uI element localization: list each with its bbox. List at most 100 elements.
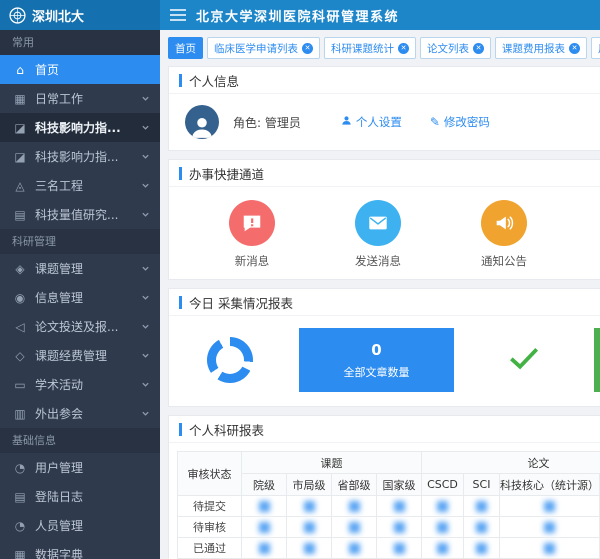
chevron-down-icon — [141, 123, 150, 132]
tab-research-topic-stats[interactable]: 科研课题统计✕ — [324, 37, 416, 59]
tab-topic-fee-report[interactable]: 课题费用报表✕ — [495, 37, 587, 59]
tab-user-list[interactable]: 用户列表✕ — [591, 37, 600, 59]
row-label: 待提交 — [178, 496, 242, 517]
sidebar-section-label: 科研管理 — [0, 229, 160, 254]
panel-header: 个人科研报表 — [169, 416, 600, 443]
panel-title: 个人信息 — [189, 71, 239, 90]
home-icon: ⌂ — [13, 63, 27, 77]
quick-actions-row: 新消息 发送消息通知公告 — [169, 187, 600, 279]
paper-icon: ◁ — [13, 320, 27, 334]
quick-action-label: 通知公告 — [481, 253, 527, 269]
table-cell — [422, 517, 464, 538]
tab-home[interactable]: 首页 — [168, 37, 203, 59]
sidebar-section-label: 基础信息 — [0, 428, 160, 453]
dict-icon: ▦ — [13, 548, 27, 559]
chevron-down-icon — [141, 380, 150, 389]
tab-label: 临床医学申请列表 — [214, 41, 298, 56]
sidebar-item-home[interactable]: ⌂首页 — [0, 55, 160, 84]
table-cell — [464, 517, 500, 538]
close-icon[interactable]: ✕ — [398, 43, 409, 54]
table-cell — [242, 538, 287, 559]
sidebar-item-daily-work[interactable]: ▦日常工作 — [0, 84, 160, 113]
column-group-header: 课题 — [242, 452, 422, 474]
sidebar-item-label: 登陆日志 — [35, 488, 150, 505]
message-icon — [229, 200, 275, 246]
blurred-value — [544, 543, 555, 554]
row-label: 待审核 — [178, 517, 242, 538]
sidebar-section-label: 常用 — [0, 30, 160, 55]
metric-icon: ▤ — [13, 208, 27, 222]
column-header: CSCD — [422, 474, 464, 496]
project-icon: ◬ — [13, 179, 27, 193]
avatar — [185, 105, 219, 139]
loading-spinner-icon — [207, 337, 253, 383]
role-label: 角色: 管理员 — [233, 114, 301, 131]
sidebar-item-topic-mgmt[interactable]: ◈课题管理 — [0, 254, 160, 283]
chevron-down-icon — [141, 351, 150, 360]
table-cell — [287, 496, 332, 517]
sidebar-item-sanming-project[interactable]: ◬三名工程 — [0, 171, 160, 200]
sidebar-item-user-mgmt[interactable]: ◔用户管理 — [0, 453, 160, 482]
meeting-icon: ▥ — [13, 407, 27, 421]
sidebar-item-label: 论文投送及报... — [35, 318, 133, 335]
table-cell — [500, 496, 600, 517]
table-cell — [500, 538, 600, 559]
tab-paper-list[interactable]: 论文列表 ✕ — [420, 37, 491, 59]
quick-action-new-message[interactable]: 新消息 — [229, 200, 275, 269]
blurred-value — [304, 522, 315, 533]
sidebar-item-tech-value[interactable]: ▤科技量值研究... — [0, 200, 160, 229]
impact-icon: ◪ — [13, 150, 27, 164]
sidebar-item-topic-funds[interactable]: ◇课题经费管理 — [0, 341, 160, 370]
close-icon[interactable]: ✕ — [569, 43, 580, 54]
chevron-down-icon — [141, 210, 150, 219]
sidebar-item-data-dict[interactable]: ▦数据字典 — [0, 540, 160, 559]
sidebar-item-label: 外出参会 — [35, 405, 133, 422]
sidebar-item-tech-impact-1[interactable]: ◪科技影响力指... — [0, 113, 160, 142]
accent-bar — [179, 296, 182, 309]
sidebar-item-tech-impact-2[interactable]: ◪ 科技影响力指... — [0, 142, 160, 171]
sidebar-item-outgoing-meeting[interactable]: ▥ 外出参会 — [0, 399, 160, 428]
fund-icon: ◇ — [13, 349, 27, 363]
table-cell — [377, 496, 422, 517]
all-articles-stat: 0 全部文章数量 — [299, 328, 454, 392]
table-cell — [500, 517, 600, 538]
blurred-value — [394, 522, 405, 533]
tab-clinical-apply-list[interactable]: 临床医学申请列表 ✕ — [207, 37, 320, 59]
close-icon[interactable]: ✕ — [473, 43, 484, 54]
chevron-down-icon — [141, 409, 150, 418]
sidebar-item-info-mgmt[interactable]: ◉信息管理 — [0, 283, 160, 312]
close-icon[interactable]: ✕ — [302, 43, 313, 54]
panel-header: 个人信息 — [169, 67, 600, 94]
change-password-link[interactable]: ✎ 修改密码 — [430, 114, 490, 130]
table-row: 待审核 — [178, 517, 600, 538]
blurred-value — [304, 543, 315, 554]
sidebar-item-label: 学术活动 — [35, 376, 133, 393]
quick-action-notice[interactable]: 通知公告 — [481, 200, 527, 269]
table-cell — [377, 517, 422, 538]
sidebar-item-login-log[interactable]: ▤登陆日志 — [0, 482, 160, 511]
sidebar-item-paper-submit[interactable]: ◁ 论文投送及报... — [0, 312, 160, 341]
sidebar-item-label: 科技影响力指... — [35, 148, 133, 165]
chevron-down-icon — [141, 94, 150, 103]
topic-icon: ◈ — [13, 262, 27, 276]
personal-settings-link[interactable]: 个人设置 — [341, 114, 402, 130]
menu-toggle-button[interactable] — [160, 0, 196, 30]
tab-label: 论文列表 — [427, 41, 469, 56]
blurred-value — [437, 543, 448, 554]
blurred-value — [349, 522, 360, 533]
column-header: 省部级 — [332, 474, 377, 496]
sidebar-item-label: 科技影响力指... — [35, 119, 133, 136]
sidebar-item-label: 日常工作 — [35, 90, 133, 107]
app-title: 北京大学深圳医院科研管理系统 — [196, 0, 399, 30]
sidebar-item-academic-activity[interactable]: ▭学术活动 — [0, 370, 160, 399]
blurred-value — [259, 543, 270, 554]
sidebar-item-personnel-mgmt[interactable]: ◔人员管理 — [0, 511, 160, 540]
checkmark-icon — [505, 339, 543, 381]
blurred-value — [476, 501, 487, 512]
column-header: 科技核心（统计源） — [500, 474, 600, 496]
column-header-status: 审核状态 — [178, 452, 242, 496]
pencil-icon: ✎ — [430, 115, 440, 129]
stat-count: 0 — [371, 341, 381, 359]
panel-title: 个人科研报表 — [189, 420, 264, 439]
quick-action-send-message[interactable]: 发送消息 — [355, 200, 401, 269]
